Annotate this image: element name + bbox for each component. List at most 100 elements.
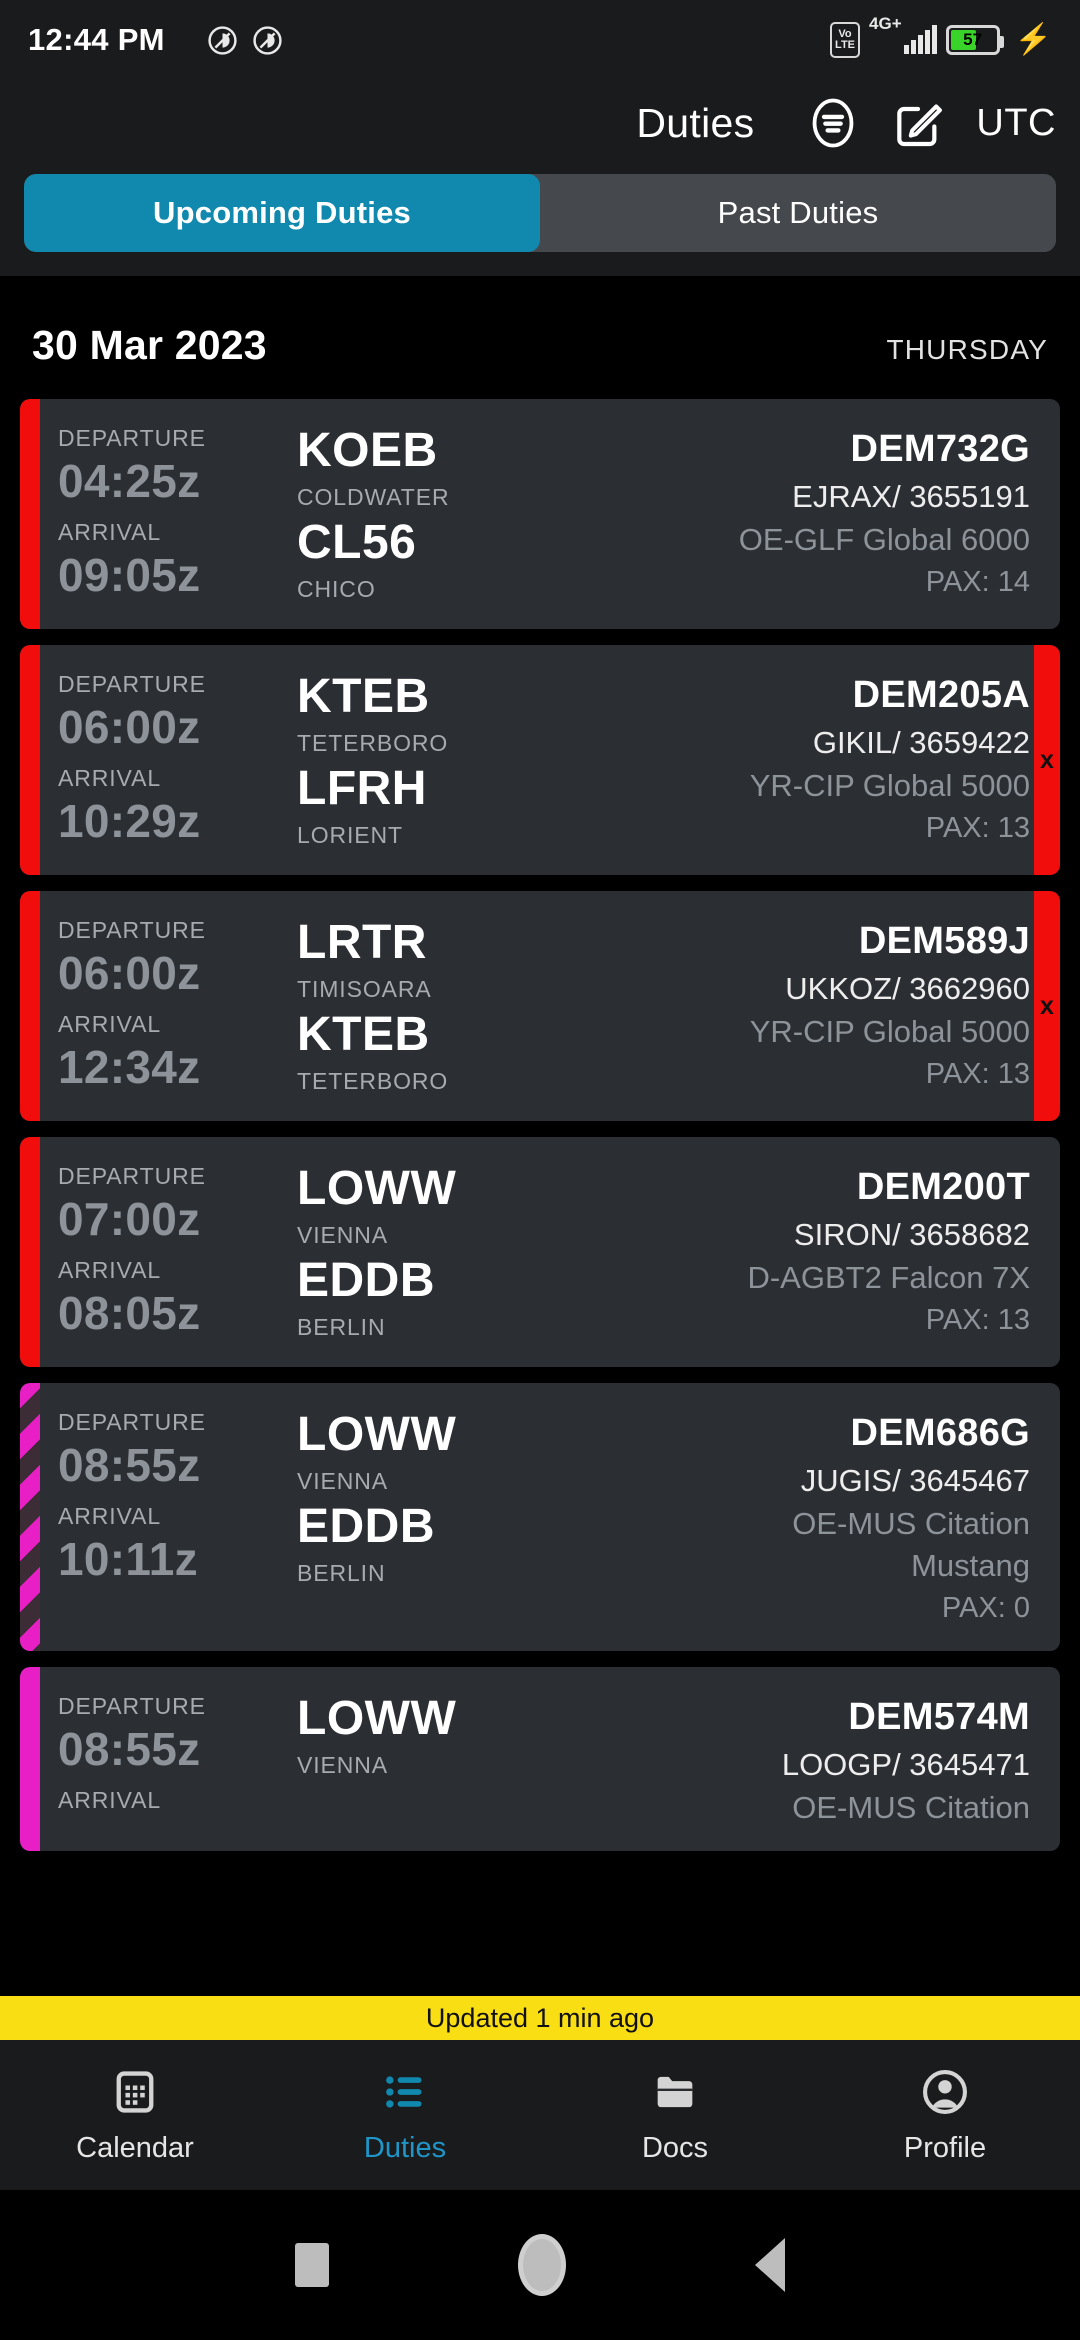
back-triangle-icon[interactable]	[755, 2238, 786, 2292]
departure-label: DEPARTURE	[58, 425, 206, 451]
aircraft-type: OE-GLF Global 6000	[738, 522, 1030, 557]
nav-item-calendar[interactable]: Calendar	[0, 2066, 270, 2165]
updated-banner: Updated 1 min ago	[0, 1996, 1080, 2040]
route-reference: SIRON/ 3658682	[793, 1217, 1030, 1252]
duty-times: DEPARTURE 08:55z ARRIVAL	[20, 1691, 275, 1829]
arrival-airport-code: LFRH	[297, 762, 427, 815]
nav-label-calendar: Calendar	[76, 2131, 194, 2164]
nav-item-profile[interactable]: Profile	[810, 2066, 1080, 2165]
passenger-count: PAX: 0	[941, 1592, 1030, 1624]
tab-upcoming-duties[interactable]: Upcoming Duties	[24, 174, 540, 252]
duty-card[interactable]: DEPARTURE 08:55z ARRIVAL 10:11z LOWW VIE…	[20, 1383, 1060, 1651]
volte-bottom-label: LTE	[835, 39, 856, 51]
departure-airport-city: TIMISOARA	[297, 976, 432, 1002]
departure-label: DEPARTURE	[58, 1693, 206, 1719]
arrival-time: 12:34z	[58, 1041, 201, 1093]
arrival-airport-city: LORIENT	[297, 822, 403, 848]
duty-card[interactable]: DEPARTURE 08:55z ARRIVAL LOWW VIENNA DEM…	[20, 1667, 1060, 1851]
status-bar-system-icons: Vo LTE 4G+ 57 ⚡	[830, 14, 1052, 58]
duty-card[interactable]: DEPARTURE 07:00z ARRIVAL 08:05z LOWW VIE…	[20, 1137, 1060, 1367]
duty-airports: KTEB TETERBORO LFRH LORIENT	[275, 669, 750, 853]
departure-time: 06:00z	[58, 701, 201, 753]
status-bar-clock: 12:44 PM	[28, 22, 165, 57]
duty-card[interactable]: DEPARTURE 06:00z ARRIVAL 12:34z LRTR TIM…	[20, 891, 1060, 1121]
home-circle-icon[interactable]	[517, 2234, 566, 2296]
duty-cancel-mark: x	[1040, 745, 1054, 774]
folder-icon	[657, 2076, 693, 2107]
nav-item-docs[interactable]: Docs	[540, 2066, 810, 2165]
flight-number: DEM732G	[850, 428, 1030, 470]
aircraft-type: OE-MUS Citation Mustang	[792, 1506, 1030, 1583]
app-root: 12:44 PM Vo LTE 4G+ 57 ⚡ Duties UTC Upco…	[0, 0, 1080, 2340]
aircraft-type: D-AGBT2 Falcon 7X	[747, 1260, 1030, 1295]
duty-status-bar-right[interactable]: x	[1034, 645, 1060, 875]
network-type-label: 4G+	[869, 14, 902, 33]
duty-airports: LRTR TIMISOARA KTEB TETERBORO	[275, 915, 750, 1099]
nav-label-duties: Duties	[363, 2131, 447, 2164]
duty-status-bar-left	[20, 1667, 40, 1851]
arrival-label: ARRIVAL	[58, 765, 162, 791]
flight-number: DEM200T	[856, 1166, 1030, 1208]
duty-card[interactable]: DEPARTURE 06:00z ARRIVAL 10:29z KTEB TET…	[20, 645, 1060, 875]
nav-label-docs: Docs	[641, 2131, 709, 2164]
arrival-time: 09:05z	[58, 549, 201, 601]
tab-past-duties[interactable]: Past Duties	[540, 174, 1056, 252]
departure-airport-code: LOWW	[297, 1408, 457, 1461]
duty-times: DEPARTURE 04:25z ARRIVAL 09:05z	[20, 423, 275, 607]
filter-icon[interactable]	[806, 96, 860, 150]
route-reference: UKKOZ/ 3662960	[785, 971, 1030, 1006]
page-title: Duties	[636, 99, 755, 146]
arrival-airport-code: CL56	[297, 516, 417, 569]
passenger-count: PAX: 13	[925, 812, 1030, 844]
duty-meta: DEM732G EJRAX/ 3655191 OE-GLF Global 600…	[739, 423, 1060, 607]
nav-item-duties[interactable]: Duties	[270, 2066, 540, 2165]
android-navigation-bar	[0, 2190, 1080, 2340]
battery-icon: 57	[945, 25, 1004, 55]
arrival-airport-city: CHICO	[297, 576, 376, 602]
arrival-airport-code: EDDB	[297, 1254, 436, 1307]
departure-airport-code: LOWW	[297, 1162, 457, 1215]
duty-status-bar-right[interactable]: x	[1034, 891, 1060, 1121]
recents-square-icon[interactable]	[294, 2243, 329, 2287]
bottom-navigation: Calendar Duties Docs Profile	[0, 2040, 1080, 2190]
status-bar: 12:44 PM Vo LTE 4G+ 57 ⚡	[0, 0, 1080, 80]
departure-label: DEPARTURE	[58, 917, 206, 943]
departure-airport-code: LRTR	[297, 916, 427, 969]
duty-airports: LOWW VIENNA	[275, 1691, 782, 1829]
departure-label: DEPARTURE	[58, 671, 206, 697]
signal-bars	[903, 25, 937, 54]
arrival-label: ARRIVAL	[58, 1011, 162, 1037]
duty-status-bar-left	[20, 891, 40, 1121]
aircraft-type: OE-MUS Citation	[792, 1790, 1030, 1825]
route-reference: EJRAX/ 3655191	[792, 479, 1030, 514]
arrival-airport-code: KTEB	[297, 1008, 430, 1061]
person-icon	[923, 2069, 967, 2114]
duty-status-bar-left	[20, 645, 40, 875]
duty-status-bar-left	[20, 399, 40, 629]
route-reference: JUGIS/ 3645467	[800, 1463, 1030, 1498]
passenger-count: PAX: 14	[925, 566, 1030, 598]
departure-airport-code: KTEB	[297, 670, 430, 723]
status-bar-notification-icons	[207, 25, 283, 56]
arrival-label: ARRIVAL	[58, 1503, 162, 1529]
arrival-airport-city: TETERBORO	[297, 1068, 449, 1094]
duty-status-bar-left	[20, 1383, 40, 1651]
departure-airport-code: LOWW	[297, 1692, 457, 1745]
arrival-time: 10:11z	[58, 1533, 198, 1585]
flight-number: DEM589J	[858, 920, 1030, 962]
departure-label: DEPARTURE	[58, 1409, 206, 1435]
departure-airport-city: TETERBORO	[297, 730, 449, 756]
compose-icon[interactable]	[890, 95, 946, 151]
flight-number: DEM686G	[850, 1412, 1030, 1454]
departure-airport-city: VIENNA	[297, 1752, 389, 1778]
arrival-label: ARRIVAL	[58, 1787, 162, 1813]
duty-card[interactable]: DEPARTURE 04:25z ARRIVAL 09:05z KOEB COL…	[20, 399, 1060, 629]
timezone-label[interactable]: UTC	[976, 102, 1056, 145]
nav-label-profile: Profile	[903, 2131, 987, 2164]
departure-time: 07:00z	[58, 1193, 201, 1245]
duties-list-container[interactable]: 30 Mar 2023 THURSDAY DEPARTURE 04:25z AR…	[0, 276, 1080, 2040]
dnd-icon	[208, 25, 237, 55]
duty-status-bar-left	[20, 1137, 40, 1367]
departure-time: 04:25z	[58, 455, 201, 507]
duty-meta: DEM205A GIKIL/ 3659422 YR-CIP Global 500…	[750, 669, 1060, 853]
